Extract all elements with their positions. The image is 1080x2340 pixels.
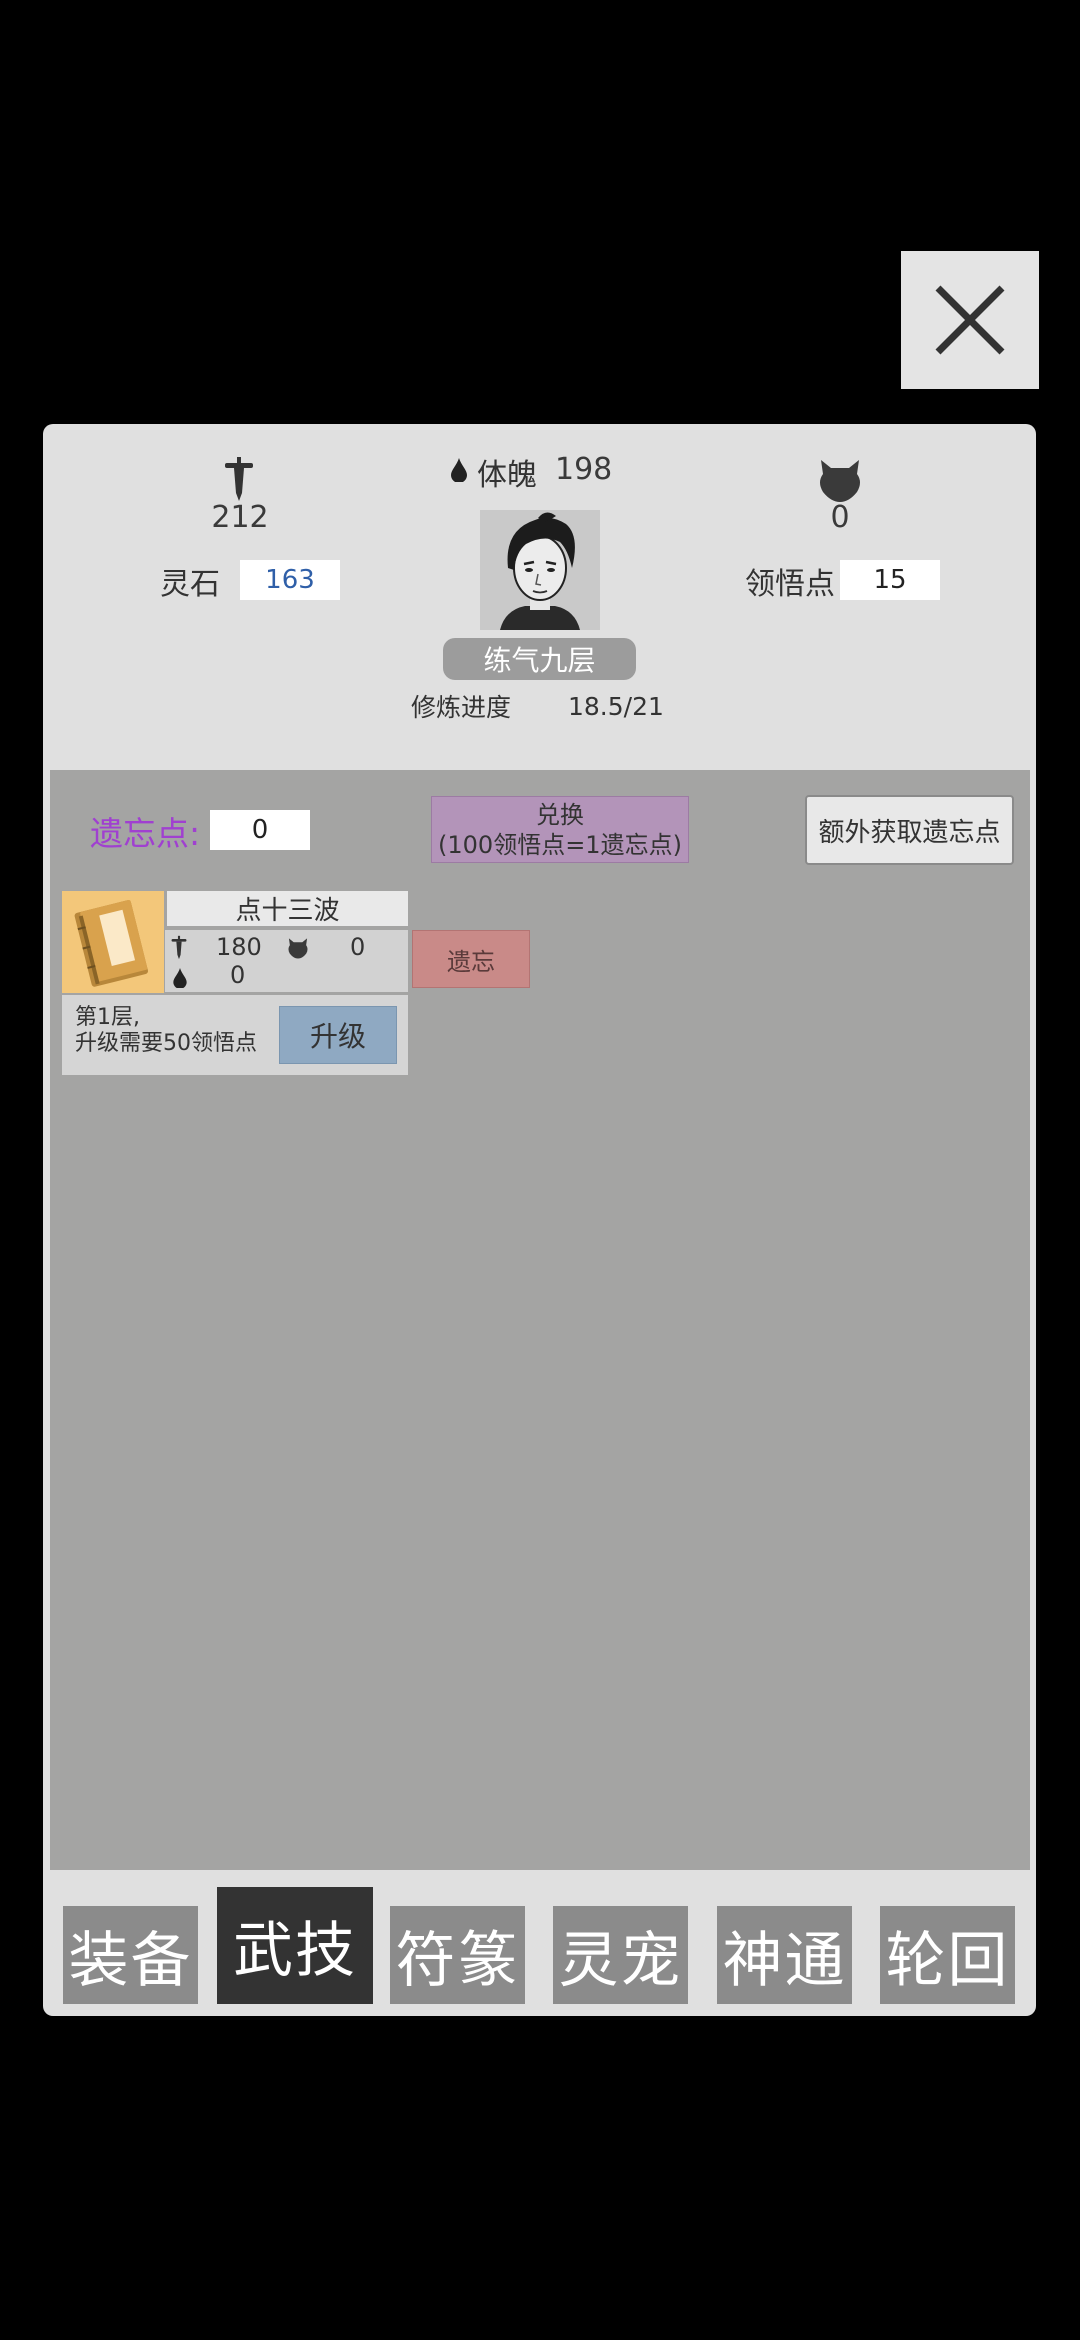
skill-level-line2: 升级需要50领悟点 [75, 1031, 257, 1056]
exchange-button[interactable]: 兑换 (100领悟点=1遗忘点) [431, 796, 689, 863]
insight-points-label: 领悟点 [745, 567, 835, 602]
realm-badge: 练气九层 [443, 638, 636, 680]
skill-attack-value: 180 [216, 933, 262, 961]
physique-label: 体魄 [477, 458, 537, 493]
sword-icon [225, 457, 253, 501]
forget-points-label: 遗忘点: [90, 814, 201, 853]
skill-level-line1: 第1层, [75, 1005, 140, 1030]
skill-physique-value: 0 [230, 961, 246, 989]
skill-level-text: 第1层, 升级需要50领悟点 [75, 1005, 257, 1057]
sword-icon [171, 935, 187, 960]
character-portrait [500, 512, 580, 630]
book-icon [74, 899, 148, 987]
tab-equipment[interactable]: 装备 [63, 1906, 198, 2004]
beast-head-icon [820, 460, 860, 502]
skill-defense-value: 0 [350, 933, 366, 961]
tab-reincarnation[interactable]: 轮回 [880, 1906, 1015, 2004]
progress-value: 18.5/21 [568, 692, 664, 721]
skill-icon-box[interactable] [62, 891, 164, 993]
insight-points-value: 15 [840, 560, 940, 600]
forget-button[interactable]: 遗忘 [412, 930, 530, 988]
defense-value: 0 [830, 500, 850, 535]
beast-head-icon [288, 938, 308, 959]
tab-divine-powers[interactable]: 神通 [717, 1906, 852, 2004]
drop-icon [173, 968, 187, 988]
drop-icon [451, 458, 467, 482]
skill-name: 点十三波 [167, 891, 408, 926]
tab-talismans[interactable]: 符篆 [390, 1906, 525, 2004]
progress-label: 修炼进度 [411, 693, 512, 722]
exchange-button-line2: (100领悟点=1遗忘点) [438, 830, 682, 859]
forget-points-value: 0 [210, 810, 310, 850]
upgrade-button[interactable]: 升级 [279, 1006, 397, 1064]
attack-value: 212 [211, 500, 269, 535]
tab-spirit-pets[interactable]: 灵宠 [553, 1906, 688, 2004]
physique-value: 198 [555, 452, 613, 487]
spirit-stone-label: 灵石 [160, 567, 220, 602]
tab-martial-skills[interactable]: 武技 [217, 1887, 373, 2004]
close-button[interactable] [901, 251, 1039, 389]
extra-forget-points-button[interactable]: 额外获取遗忘点 [805, 795, 1014, 865]
spirit-stone-value: 163 [240, 560, 340, 600]
close-icon [935, 285, 1005, 355]
avatar [480, 510, 600, 630]
exchange-button-line1: 兑换 [536, 800, 584, 829]
